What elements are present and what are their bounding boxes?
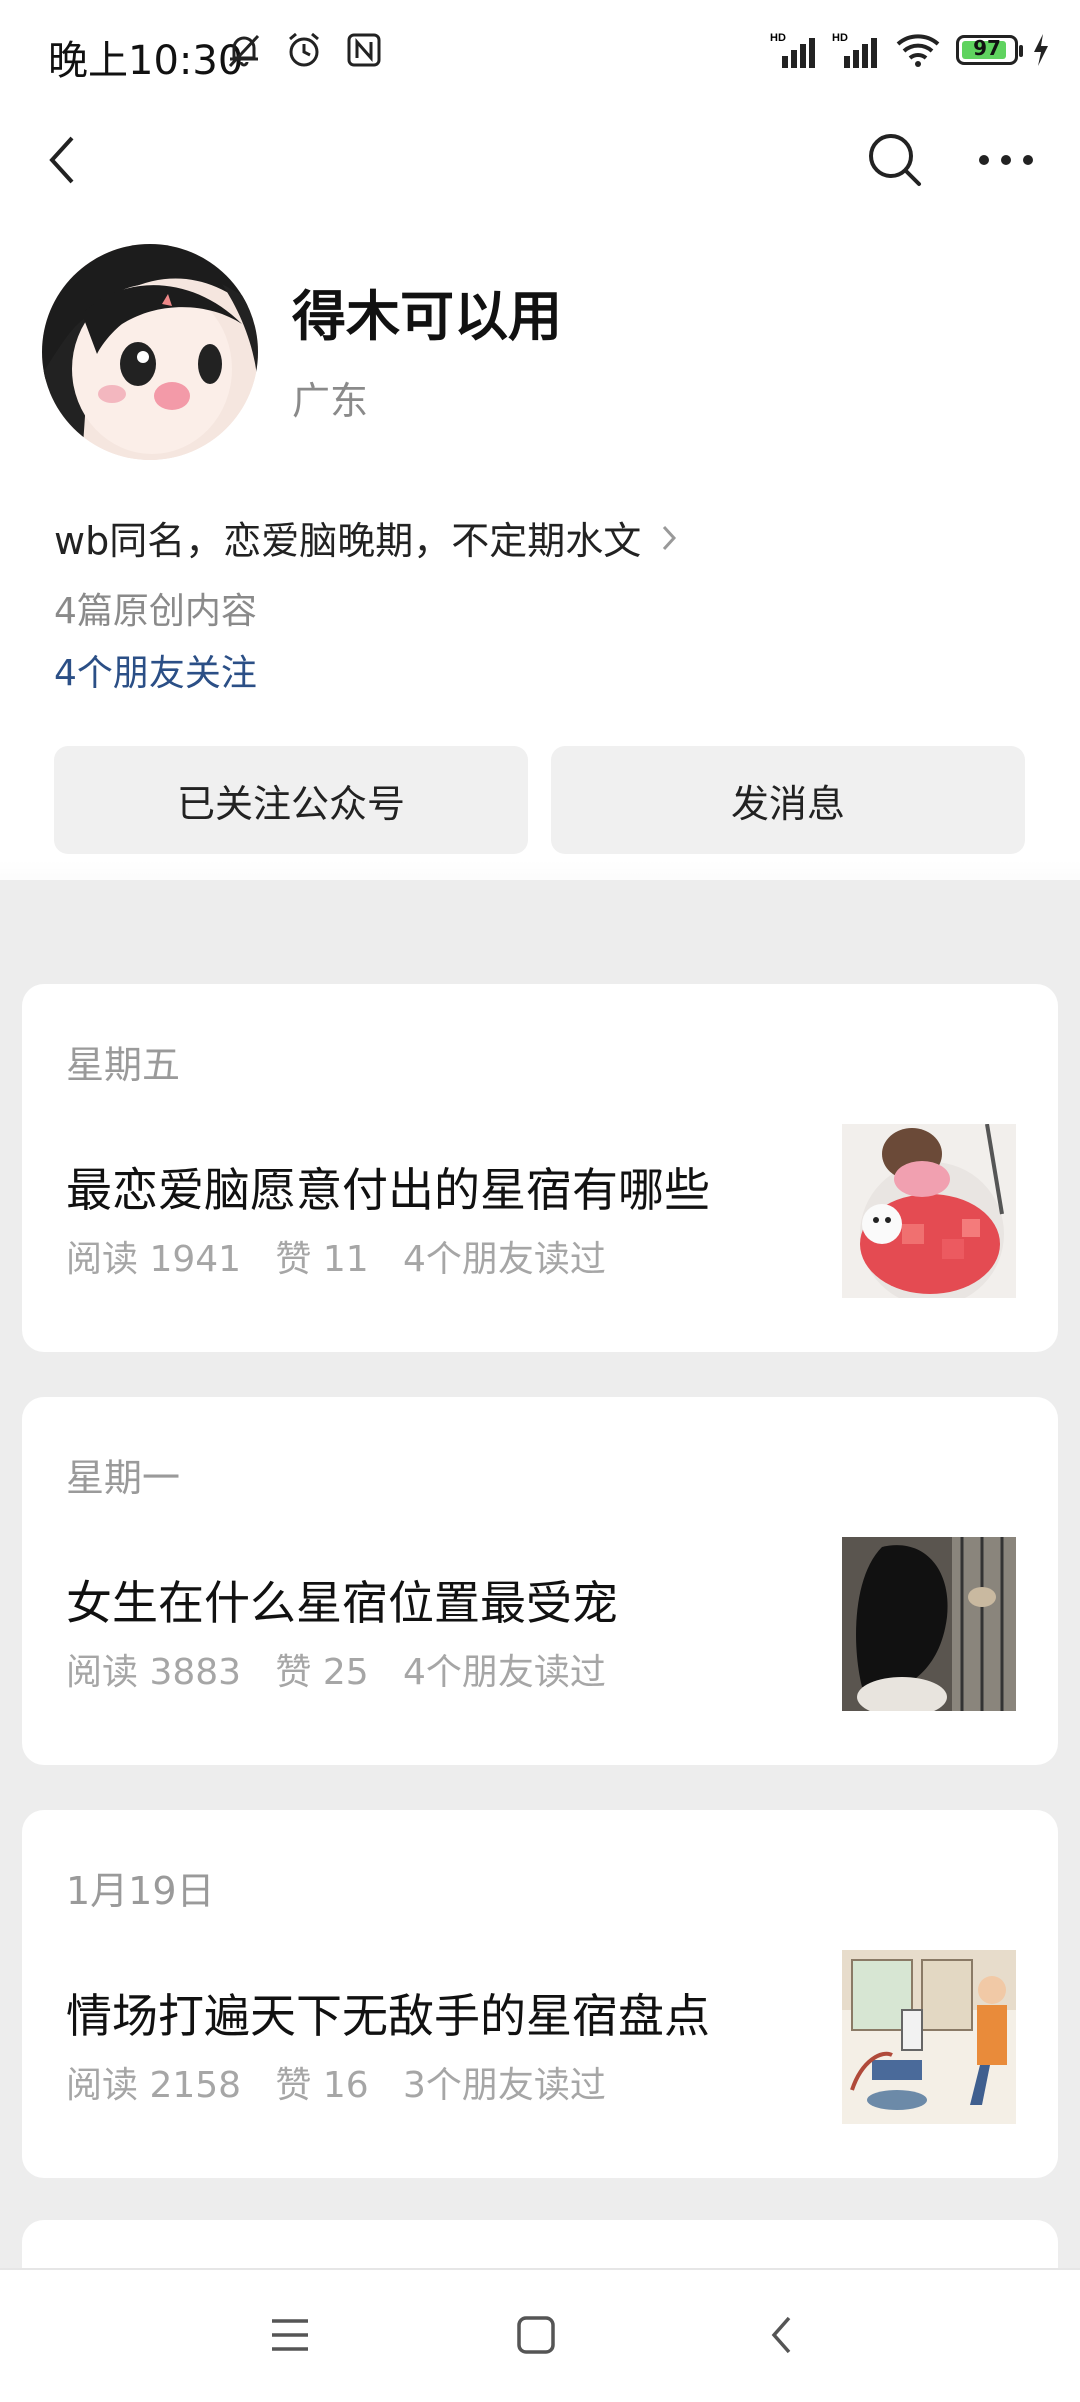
system-nav-bar: [0, 2268, 1080, 2402]
system-back-button[interactable]: [742, 2300, 822, 2370]
alarm-icon: [289, 32, 319, 67]
home-button[interactable]: [496, 2300, 576, 2370]
article-thumbnail: [842, 1950, 1016, 2124]
original-content-count: 4篇原创内容: [54, 591, 257, 632]
friends-following-link[interactable]: 4个朋友关注: [54, 644, 257, 696]
account-name: 得木可以用: [292, 285, 562, 348]
battery-level: 97: [973, 36, 1001, 60]
top-nav-bar: [0, 110, 1080, 210]
article-date: 星期一: [66, 1456, 181, 1500]
send-message-button[interactable]: 发消息: [551, 746, 1025, 854]
article-meta: 阅读 3883 赞 25 4个朋友读过: [66, 1652, 606, 1693]
article-date: 星期五: [66, 1043, 181, 1087]
article-meta: 阅读 2158 赞 16 3个朋友读过: [66, 2065, 606, 2106]
menu-icon: [272, 2319, 308, 2351]
account-region: 广东: [292, 379, 369, 423]
status-bar: 晚上10:30 HD HD 97: [0, 0, 1080, 110]
svg-text:HD: HD: [770, 32, 786, 44]
more-button[interactable]: [966, 120, 1046, 200]
charging-icon: [1034, 34, 1048, 66]
chevron-left-icon: [49, 136, 74, 184]
status-icons-right: HD HD 97: [770, 30, 1050, 70]
bio-text: wb同名，恋爱脑晚期，不定期水文: [54, 519, 642, 563]
svg-text:HD: HD: [832, 32, 848, 44]
menu-button[interactable]: [250, 2300, 330, 2370]
article-thumbnail: [842, 1124, 1016, 1298]
article-thumbnail: [842, 1537, 1016, 1711]
back-triangle-icon: [771, 2316, 791, 2354]
article-card[interactable]: 星期五 最恋爱脑愿意付出的星宿有哪些 阅读 1941 赞 11 4个朋友读过: [22, 984, 1058, 1352]
more-icon: [979, 155, 1033, 165]
back-button[interactable]: [24, 120, 104, 200]
signal-icon-2: HD: [832, 32, 877, 68]
search-button[interactable]: [855, 120, 935, 200]
avatar-illustration: [42, 244, 258, 460]
mute-bell-icon: [228, 34, 260, 68]
home-square-icon: [517, 2316, 555, 2354]
article-card[interactable]: 1月19日 情场打遍天下无敌手的星宿盘点 阅读 2158 赞 16 3个朋友读过: [22, 1810, 1058, 2178]
status-time: 晚上10:30: [48, 38, 244, 84]
article-card[interactable]: 星期一 女生在什么星宿位置最受宠 阅读 3883 赞 25 4个朋友读过: [22, 1397, 1058, 1765]
signal-icon: HD: [770, 32, 815, 68]
followed-button[interactable]: 已关注公众号: [54, 746, 528, 854]
battery-icon: 97: [956, 35, 1023, 65]
article-title: 女生在什么星宿位置最受宠: [66, 1576, 618, 1630]
avatar[interactable]: [42, 244, 258, 460]
account-bio[interactable]: wb同名，恋爱脑晚期，不定期水文: [54, 510, 679, 565]
status-icons-left: [222, 28, 386, 72]
article-title: 情场打遍天下无敌手的星宿盘点: [66, 1989, 710, 2043]
article-date: 1月19日: [66, 1869, 215, 1913]
chevron-right-icon: [663, 525, 677, 550]
wifi-icon: [896, 34, 940, 67]
nfc-icon: [347, 33, 381, 67]
article-meta: 阅读 1941 赞 11 4个朋友读过: [66, 1239, 606, 1280]
article-title: 最恋爱脑愿意付出的星宿有哪些: [66, 1163, 710, 1217]
search-icon: [869, 134, 921, 186]
